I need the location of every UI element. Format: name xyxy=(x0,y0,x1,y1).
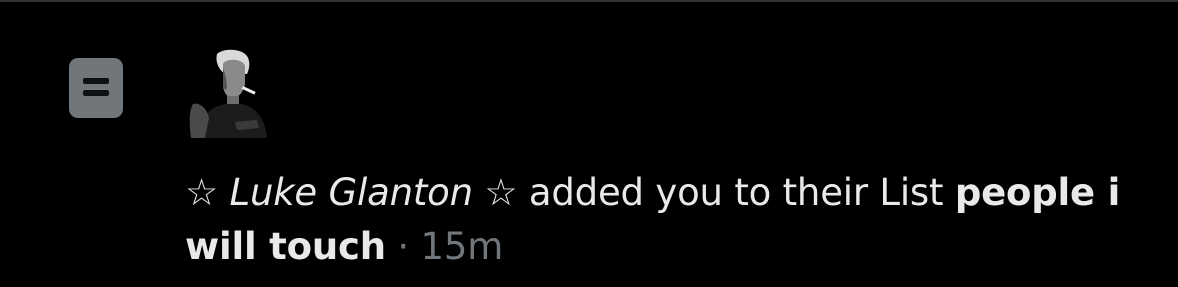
actor-name[interactable]: ☆ Luke Glanton ☆ xyxy=(185,171,518,214)
timestamp: 15m xyxy=(420,225,504,268)
action-text: added you to their List xyxy=(528,171,944,214)
notification-text[interactable]: ☆ Luke Glanton ☆ added you to their List… xyxy=(185,166,1160,274)
list-icon-line-bottom xyxy=(83,90,109,96)
avatar-image xyxy=(185,48,269,138)
avatar[interactable] xyxy=(185,48,269,138)
list-icon-line-top xyxy=(83,78,109,84)
list-icon xyxy=(69,58,123,118)
top-divider xyxy=(0,0,1178,2)
separator-dot: · xyxy=(397,225,409,268)
